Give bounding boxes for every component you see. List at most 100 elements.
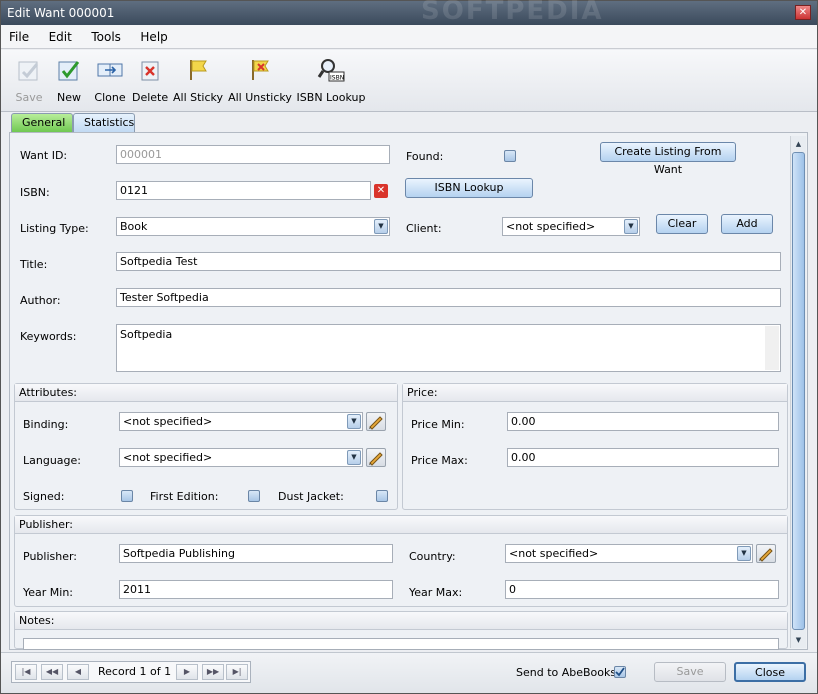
country-edit-button[interactable] (756, 544, 776, 563)
record-navigator: |◀ ◀◀ ◀ Record 1 of 1 ▶ ▶▶ ▶| (11, 661, 251, 683)
all-sticky-tool-button[interactable]: All Sticky (172, 56, 224, 104)
first-edition-checkbox[interactable] (248, 490, 260, 502)
year-max-label: Year Max: (409, 586, 463, 599)
title-field[interactable]: Softpedia Test (116, 252, 781, 271)
pencil-icon (369, 416, 383, 430)
menu-tools[interactable]: Tools (83, 25, 129, 49)
binding-edit-button[interactable] (366, 412, 386, 431)
language-label: Language: (23, 454, 81, 467)
chevron-down-icon: ▼ (737, 546, 751, 561)
year-max-field[interactable]: 0 (505, 580, 779, 599)
author-field[interactable]: Tester Softpedia (116, 288, 781, 307)
save-icon (18, 61, 39, 81)
prev-record-icon[interactable]: ◀ (67, 664, 89, 680)
status-bar: |◀ ◀◀ ◀ Record 1 of 1 ▶ ▶▶ ▶| Send to Ab… (1, 652, 817, 693)
clone-tool-button[interactable]: Clone (93, 56, 127, 104)
next-page-icon[interactable]: ▶▶ (202, 664, 224, 680)
delete-icon (141, 61, 159, 81)
next-record-icon[interactable]: ▶ (176, 664, 198, 680)
language-select[interactable]: <not specified> ▼ (119, 448, 363, 467)
sticky-flag-icon (190, 60, 207, 80)
menu-edit[interactable]: Edit (41, 25, 80, 49)
isbn-field[interactable]: 0121 (116, 181, 371, 200)
keywords-field[interactable]: Softpedia (116, 324, 781, 372)
record-counter: Record 1 of 1 (98, 665, 172, 678)
menu-help[interactable]: Help (132, 25, 175, 49)
clone-icon (97, 63, 123, 77)
signed-checkbox[interactable] (121, 490, 133, 502)
add-client-button[interactable]: Add (721, 214, 773, 234)
isbn-lookup-tool-button[interactable]: ISBN ISBN Lookup (296, 56, 366, 104)
keywords-label: Keywords: (20, 330, 77, 343)
isbn-invalid-icon: ✕ (374, 184, 388, 198)
chevron-down-icon: ▼ (347, 414, 361, 429)
attributes-header: Attributes: (15, 384, 397, 402)
publisher-field[interactable]: Softpedia Publishing (119, 544, 393, 563)
binding-label: Binding: (23, 418, 69, 431)
signed-label: Signed: (23, 490, 65, 503)
notes-header: Notes: (15, 612, 787, 630)
found-label: Found: (406, 150, 444, 163)
binding-select[interactable]: <not specified> ▼ (119, 412, 363, 431)
scroll-up-icon[interactable]: ▲ (792, 137, 805, 151)
country-value: <not specified> (509, 547, 599, 560)
window-title: Edit Want 000001 (7, 6, 115, 20)
country-select[interactable]: <not specified> ▼ (505, 544, 753, 563)
country-label: Country: (409, 550, 456, 563)
prev-page-icon[interactable]: ◀◀ (41, 664, 63, 680)
toolbar: Save New Clone Delete All Sticky All Uns… (1, 50, 817, 112)
delete-tool-button[interactable]: Delete (132, 56, 168, 104)
title-label: Title: (20, 258, 48, 271)
isbn-lookup-button[interactable]: ISBN Lookup (405, 178, 533, 198)
new-check-icon (58, 61, 80, 81)
send-to-abebooks-label: Send to AbeBooks: (516, 666, 620, 679)
listing-type-label: Listing Type: (20, 222, 89, 235)
scroll-down-icon[interactable]: ▼ (792, 633, 805, 647)
price-header: Price: (403, 384, 787, 402)
dust-jacket-checkbox[interactable] (376, 490, 388, 502)
edit-want-window: Edit Want 000001 SOFTPEDIA ✕ File Edit T… (0, 0, 818, 694)
first-edition-label: First Edition: (150, 490, 219, 503)
create-listing-button[interactable]: Create Listing From Want (600, 142, 736, 176)
price-group: Price: Price Min: 0.00 Price Max: 0.00 (402, 383, 788, 510)
tab-general[interactable]: General (11, 113, 73, 133)
all-unsticky-tool-button[interactable]: All Unsticky (228, 56, 292, 104)
send-to-abebooks-checkbox[interactable] (614, 666, 626, 678)
publisher-header: Publisher: (15, 516, 787, 534)
year-min-field[interactable]: 2011 (119, 580, 393, 599)
tab-statistics[interactable]: Statistics (73, 113, 135, 133)
language-edit-button[interactable] (366, 448, 386, 467)
isbn-magnifier-icon: ISBN (317, 59, 345, 82)
notes-field[interactable] (23, 638, 779, 650)
keywords-scrollbar[interactable] (765, 326, 779, 370)
window-close-button[interactable]: ✕ (795, 5, 811, 20)
found-checkbox[interactable] (504, 150, 516, 162)
checkmark-icon (615, 667, 625, 677)
unsticky-flag-icon (252, 60, 269, 80)
price-min-field[interactable]: 0.00 (507, 412, 779, 431)
chevron-down-icon: ▼ (624, 219, 638, 234)
listing-type-value: Book (120, 220, 148, 233)
price-min-label: Price Min: (411, 418, 465, 431)
panel-scrollbar[interactable]: ▲ ▼ (790, 136, 806, 648)
client-label: Client: (406, 222, 442, 235)
last-record-icon[interactable]: ▶| (226, 664, 248, 680)
want-id-field: 000001 (116, 145, 390, 164)
language-value: <not specified> (123, 451, 213, 464)
client-select[interactable]: <not specified> ▼ (502, 217, 640, 236)
chevron-down-icon: ▼ (347, 450, 361, 465)
listing-type-select[interactable]: Book ▼ (116, 217, 390, 236)
scroll-thumb[interactable] (792, 152, 805, 630)
save-tool-button[interactable]: Save (13, 56, 45, 104)
save-button[interactable]: Save (654, 662, 726, 682)
new-tool-button[interactable]: New (53, 56, 85, 104)
menu-bar: File Edit Tools Help (1, 25, 817, 49)
menu-file[interactable]: File (1, 25, 37, 49)
notes-group: Notes: (14, 611, 788, 650)
svg-text:ISBN: ISBN (330, 75, 344, 82)
clear-client-button[interactable]: Clear (656, 214, 708, 234)
price-max-field[interactable]: 0.00 (507, 448, 779, 467)
close-button[interactable]: Close (734, 662, 806, 682)
general-panel: Want ID: 000001 Found: Create Listing Fr… (9, 132, 808, 650)
first-record-icon[interactable]: |◀ (15, 664, 37, 680)
